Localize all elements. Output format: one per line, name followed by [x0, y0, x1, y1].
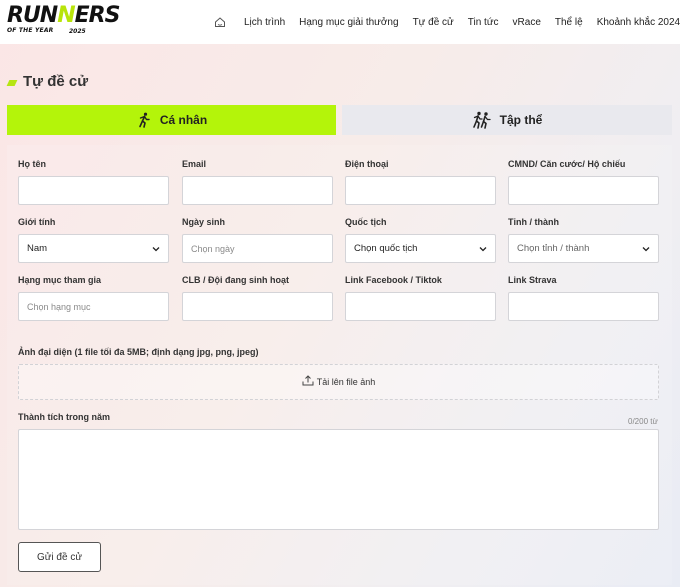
achievements-label: Thành tích trong năm	[18, 412, 110, 422]
page-title-text: Tự đề cử	[23, 73, 89, 90]
facebook-field[interactable]	[345, 292, 496, 321]
site-header: RUNNERS OF THE YEAR 2025 Lịch trình Hạng…	[0, 0, 680, 44]
main-nav: Lịch trình Hạng mục giải thưởng Tự đề cử…	[214, 0, 680, 44]
id-number-label: CMND/ Căn cước/ Hộ chiếu	[508, 159, 626, 169]
nationality-label: Quốc tịch	[345, 217, 387, 227]
email-label: Email	[182, 159, 207, 169]
name-label: Họ tên	[18, 159, 46, 169]
word-counter: 0/200 từ	[628, 417, 658, 426]
category-label: Hạng mục tham gia	[18, 275, 102, 285]
achievements-textarea[interactable]	[18, 429, 659, 530]
title-accent-mark	[6, 79, 18, 86]
province-select[interactable]: Chọn tỉnh / thành	[508, 234, 659, 263]
club-label: CLB / Đội đang sinh hoạt	[182, 275, 289, 285]
province-value: Chọn tỉnh / thành	[517, 243, 590, 254]
phone-label: Điện thoại	[345, 159, 389, 169]
upload-icon	[302, 374, 314, 385]
nav-item-self-nominate[interactable]: Tự đề cử	[413, 17, 454, 28]
tab-team[interactable]: Tập thể	[342, 105, 672, 135]
nav-item-vrace[interactable]: vRace	[513, 17, 541, 28]
nationality-value: Chọn quốc tịch	[354, 243, 418, 254]
nav-item-schedule[interactable]: Lịch trình	[244, 17, 285, 28]
chevron-down-icon	[152, 246, 160, 251]
chevron-down-icon	[642, 246, 650, 251]
dob-field[interactable]	[182, 234, 333, 263]
tab-individual[interactable]: Cá nhân	[7, 105, 336, 135]
province-label: Tỉnh / thành	[508, 217, 559, 227]
email-field[interactable]	[182, 176, 333, 205]
name-field[interactable]	[18, 176, 169, 205]
runners-of-the-year-logo[interactable]: RUNNERS OF THE YEAR 2025	[7, 4, 120, 40]
submit-nomination-button[interactable]: Gửi đề cử	[18, 542, 101, 572]
nav-item-award-categories[interactable]: Hạng mục giải thưởng	[299, 17, 398, 28]
club-field[interactable]	[182, 292, 333, 321]
strava-field[interactable]	[508, 292, 659, 321]
tab-individual-label: Cá nhân	[159, 113, 208, 127]
strava-label: Link Strava	[508, 275, 557, 285]
page-title: Tự đề cử	[6, 73, 89, 90]
id-number-field[interactable]	[508, 176, 659, 205]
gender-value: Nam	[27, 243, 48, 254]
tab-team-label: Tập thể	[499, 113, 543, 127]
group-runners-icon	[472, 111, 491, 129]
upload-text: Tải lên file ảnh	[316, 377, 376, 387]
nav-item-moments-2024[interactable]: Khoảnh khắc 2024	[597, 17, 680, 28]
runner-icon	[139, 112, 150, 128]
gender-select[interactable]: Nam	[18, 234, 169, 263]
avatar-upload-dropzone[interactable]: Tải lên file ảnh	[18, 364, 659, 400]
nationality-select[interactable]: Chọn quốc tịch	[345, 234, 496, 263]
category-field[interactable]	[18, 292, 169, 321]
nav-item-news[interactable]: Tin tức	[468, 17, 499, 28]
nav-item-rules[interactable]: Thể lệ	[555, 17, 583, 28]
gender-label: Giới tính	[18, 217, 56, 227]
dob-label: Ngày sinh	[182, 217, 226, 227]
avatar-label: Ảnh đại diện (1 file tối đa 5MB; định dạ…	[18, 347, 259, 357]
phone-field[interactable]	[345, 176, 496, 205]
home-icon[interactable]	[214, 16, 226, 28]
chevron-down-icon	[479, 246, 487, 251]
facebook-label: Link Facebook / Tiktok	[345, 275, 442, 285]
